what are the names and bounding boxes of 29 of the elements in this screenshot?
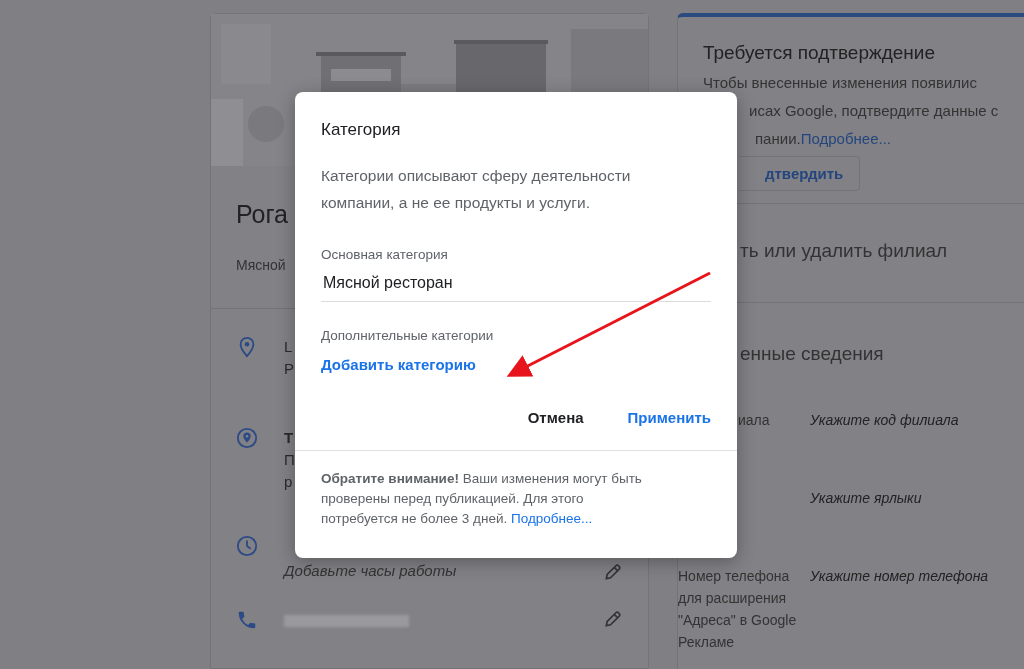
primary-category-field[interactable]: Мясной ресторан <box>321 274 711 302</box>
add-category-link[interactable]: Добавить категорию <box>321 356 476 373</box>
business-name: Рога <box>236 200 288 229</box>
field-label: иала <box>738 411 771 430</box>
row-text: Т <box>284 428 294 448</box>
apply-button[interactable]: Применить <box>617 401 721 434</box>
field-value[interactable]: Укажите ярлыки <box>810 487 922 509</box>
row-text: L <box>284 337 293 357</box>
more-link[interactable]: Подробнее... <box>800 130 891 147</box>
section-heading: енные сведения <box>739 342 885 366</box>
verify-button[interactable]: дтвердить <box>739 156 861 191</box>
row-text: Добавьте часы работы <box>284 561 457 581</box>
cancel-button[interactable]: Отмена <box>517 401 594 434</box>
card-text: пании. <box>755 130 801 147</box>
field-value[interactable]: Укажите номер телефона <box>810 565 989 653</box>
card-text: исах Google, подтвердите данные с <box>749 102 999 119</box>
field-label: Основная категория <box>320 246 449 262</box>
field-value[interactable]: Укажите код филиала <box>810 409 959 431</box>
field-label: Дополнительные категории <box>320 327 495 343</box>
notice-text: Обратите внимание! Ваши изменения могут быть проверены перед публикацией. Для этого потребуется не более 3 дней. Подробнее... <box>320 470 643 528</box>
row-text: р <box>284 472 293 492</box>
dialog-title: Категория <box>320 119 402 140</box>
card-title: Требуется подтверждение <box>702 41 936 64</box>
field-label: Номер телефона для расширения "Адреса" в Google Рекламе <box>678 567 798 652</box>
row-text: Р <box>284 359 294 379</box>
dialog-description: Категории описывают сферу деятельности компании, а не ее продукты и услуги. <box>320 166 632 213</box>
row-text: П <box>284 450 295 470</box>
more-link[interactable]: Подробнее... <box>510 511 593 526</box>
card-text: Чтобы внесенные изменения появилис <box>703 74 977 91</box>
